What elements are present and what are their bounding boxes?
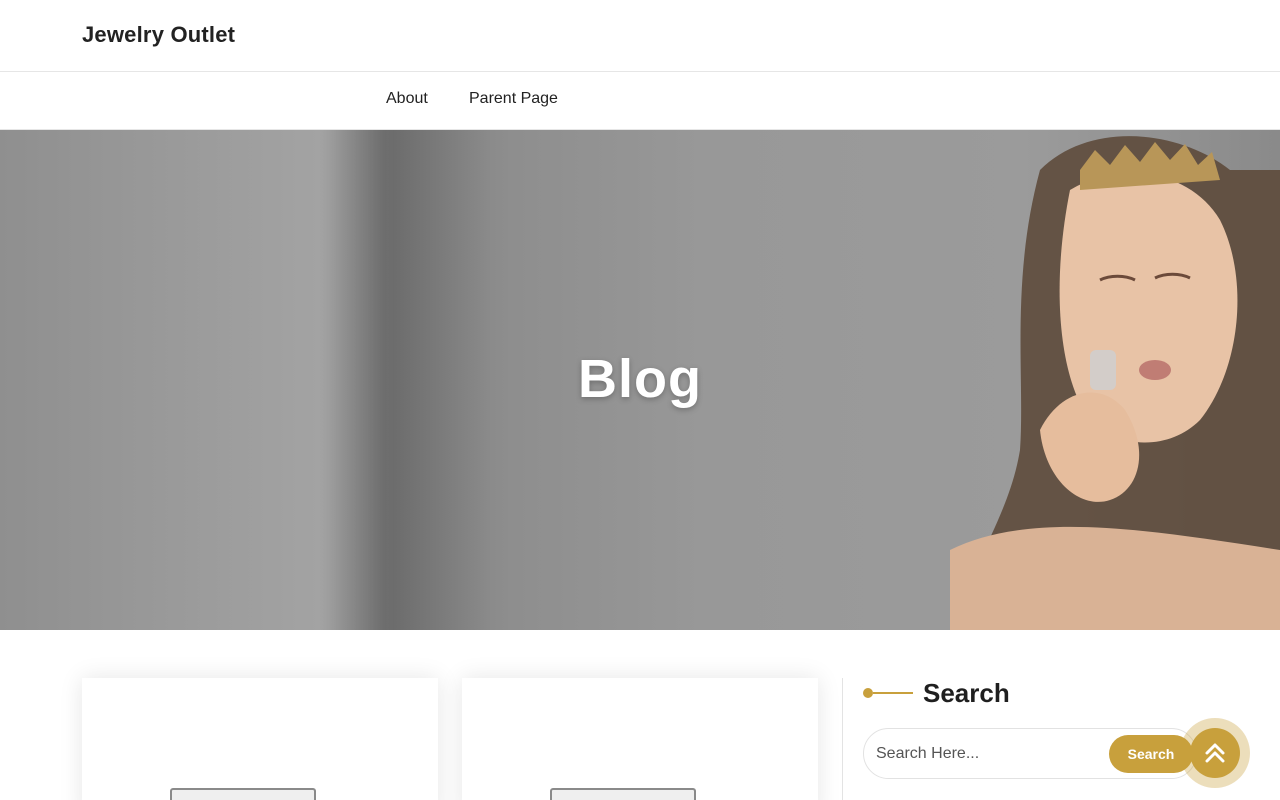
hero-banner: Blog: [0, 130, 1280, 630]
widget-line-decoration: [873, 692, 913, 694]
post-thumbnail[interactable]: [170, 788, 316, 800]
post-thumbnail[interactable]: [550, 788, 696, 800]
search-input[interactable]: [876, 741, 1096, 767]
main-navigation: About Parent Page: [0, 72, 1280, 130]
scroll-to-top-inner: [1190, 728, 1240, 778]
search-widget-title: Search: [923, 677, 1010, 708]
nav-item-parent-page[interactable]: Parent Page: [469, 90, 558, 108]
site-header: Jewelry Outlet: [0, 0, 1280, 72]
post-card[interactable]: [82, 678, 438, 800]
sidebar-divider: [842, 678, 843, 800]
site-title[interactable]: Jewelry Outlet: [82, 22, 235, 48]
search-form: Search: [863, 728, 1197, 779]
double-chevron-up-icon: [1205, 743, 1225, 763]
page-title: Blog: [578, 349, 702, 409]
scroll-to-top-button[interactable]: [1180, 718, 1250, 788]
search-widget-header: Search: [863, 676, 1010, 710]
nav-item-about[interactable]: About: [386, 90, 428, 108]
widget-dot-icon: [863, 688, 873, 698]
post-card[interactable]: [462, 678, 818, 800]
